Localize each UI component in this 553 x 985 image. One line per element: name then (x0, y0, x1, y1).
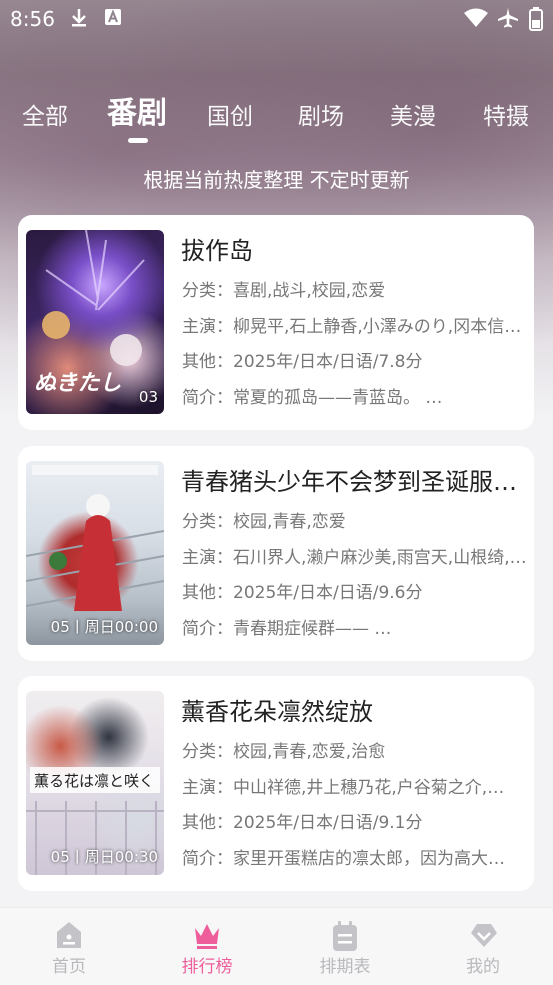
intro-value: 青春期症候群—— … (233, 619, 392, 639)
category-tabs: 全部 番剧 国创 剧场 美漫 特摄 (0, 92, 553, 143)
cast-row: 主演：柳晃平,石上静香,小澤みのり,冈本信彦,… (182, 312, 527, 337)
anime-title[interactable]: 薰香花朵凛然绽放 (181, 692, 526, 727)
tab-anime[interactable]: 番剧 (107, 92, 167, 136)
intro-row: 简介：青春期症候群—— … (182, 614, 527, 639)
wifi-icon (464, 8, 488, 27)
crown-icon (195, 924, 219, 949)
nav-schedule-label: 排期表 (319, 957, 371, 977)
nav-schedule[interactable]: 排期表 (290, 908, 400, 985)
anime-card[interactable]: 薫る花は凛と咲く 05丨周日00:30 薰香花朵凛然绽放 分类：校园,青春,恋爱… (18, 676, 534, 891)
category-label: 分类： (182, 742, 233, 762)
category-value: 校园,青春,恋爱 (233, 512, 346, 532)
other-label: 其他： (182, 352, 233, 372)
anime-title[interactable]: 拔作岛 (181, 231, 526, 266)
tab-us-animation[interactable]: 美漫 (390, 95, 436, 139)
category-row: 分类：喜剧,战斗,校园,恋爱 (182, 276, 527, 301)
category-row: 分类：校园,青春,恋爱,治愈 (182, 737, 527, 762)
tab-theater[interactable]: 剧场 (298, 95, 344, 139)
episode-badge: 03 (138, 388, 158, 406)
battery-icon (529, 7, 543, 31)
tab-tokusatsu[interactable]: 特摄 (483, 95, 529, 139)
intro-row: 简介：常夏的孤岛——青蓝岛。 … (182, 383, 527, 408)
airplane-mode-icon (498, 8, 518, 28)
nav-ranking[interactable]: 排行榜 (152, 908, 262, 985)
intro-label: 简介： (182, 849, 233, 869)
other-label: 其他： (182, 813, 233, 833)
other-value: 2025年/日本/日语/9.6分 (233, 583, 423, 603)
anime-title[interactable]: 青春猪头少年不会梦到圣诞服女郎 (181, 462, 526, 497)
status-bar: 8:56 (0, 0, 553, 38)
other-row: 其他：2025年/日本/日语/7.8分 (182, 347, 527, 372)
intro-label: 简介： (182, 619, 233, 639)
tab-all[interactable]: 全部 (22, 95, 68, 139)
active-tab-indicator (128, 138, 148, 143)
cast-value: 中山祥德,井上穗乃花,户谷菊之介,… (233, 778, 505, 798)
svg-text:ぬきたし: ぬきたし (34, 370, 122, 396)
nav-home[interactable]: 首页 (14, 908, 124, 985)
cast-label: 主演： (182, 778, 233, 798)
nav-mine[interactable]: 我的 (428, 908, 538, 985)
tab-guochuang[interactable]: 国创 (207, 95, 253, 139)
heart-icon (471, 924, 497, 947)
download-icon (72, 9, 86, 27)
category-row: 分类：校园,青春,恋爱 (182, 507, 527, 532)
status-time: 8:56 (10, 7, 55, 31)
ranking-subtitle: 根据当前热度整理 不定时更新 (143, 168, 410, 192)
other-value: 2025年/日本/日语/9.1分 (233, 813, 423, 833)
cast-value: 柳晃平,石上静香,小澤みのり,冈本信彦,… (233, 317, 527, 337)
intro-row: 简介：家里开蛋糕店的凛太郎，因为高大… (182, 844, 527, 869)
nav-mine-label: 我的 (466, 957, 500, 977)
calendar-icon (333, 921, 357, 951)
episode-badge: 05丨周日00:00 (50, 618, 158, 636)
nav-home-label: 首页 (52, 957, 86, 977)
other-label: 其他： (182, 583, 233, 603)
intro-label: 简介： (182, 388, 233, 408)
other-value: 2025年/日本/日语/7.8分 (233, 352, 423, 372)
nav-ranking-label: 排行榜 (181, 957, 233, 977)
category-value: 校园,青春,恋爱,治愈 (233, 742, 386, 762)
bottom-navigation: 首页 排行榜 排期表 我的 (0, 907, 553, 985)
anime-card[interactable]: ぬきたし 03 拔作岛 分类：喜剧,战斗,校园,恋爱 主演：柳晃平,石上静香,小… (18, 215, 534, 430)
poster-image[interactable]: 薫る花は凛と咲く 05丨周日00:30 (26, 691, 164, 875)
episode-badge: 05丨周日00:30 (50, 848, 158, 866)
home-icon (57, 922, 81, 948)
cast-row: 主演：中山祥德,井上穗乃花,户谷菊之介,… (182, 773, 527, 798)
cast-label: 主演： (182, 548, 233, 568)
other-row: 其他：2025年/日本/日语/9.6分 (182, 578, 527, 603)
intro-value: 家里开蛋糕店的凛太郎，因为高大… (233, 849, 505, 869)
cast-value: 石川界人,濑户麻沙美,雨宫天,山根绮,… (233, 548, 527, 568)
poster-image[interactable]: 05丨周日00:00 (26, 461, 164, 645)
poster-art: ぬきたし (34, 230, 145, 396)
category-label: 分类： (182, 512, 233, 532)
other-row: 其他：2025年/日本/日语/9.1分 (182, 808, 527, 833)
poster-image[interactable]: ぬきたし 03 (26, 230, 164, 414)
cast-label: 主演： (182, 317, 233, 337)
anime-card[interactable]: 05丨周日00:00 青春猪头少年不会梦到圣诞服女郎 分类：校园,青春,恋爱 主… (18, 446, 534, 661)
cast-row: 主演：石川界人,濑户麻沙美,雨宫天,山根绮,… (182, 543, 527, 568)
svg-text:薫る花は凛と咲く: 薫る花は凛と咲く (34, 772, 154, 790)
intro-value: 常夏的孤岛——青蓝岛。 … (233, 388, 443, 408)
category-label: 分类： (182, 281, 233, 301)
app-notification-icon (105, 9, 121, 25)
category-value: 喜剧,战斗,校园,恋爱 (233, 281, 386, 301)
